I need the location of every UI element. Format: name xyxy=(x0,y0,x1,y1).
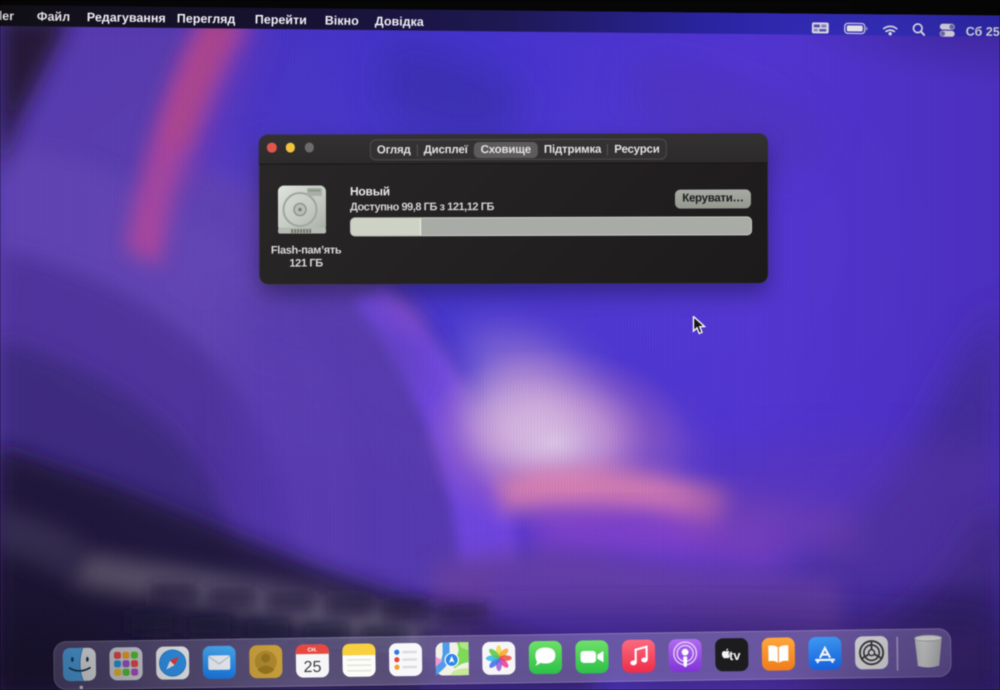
svg-text:tv: tv xyxy=(729,648,742,663)
svg-text:СН.: СН. xyxy=(307,647,317,653)
svg-text:25: 25 xyxy=(303,659,321,676)
